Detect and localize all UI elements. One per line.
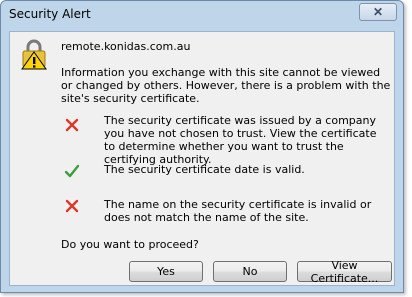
window-title: Security Alert [9,7,91,21]
site-address: remote.konidas.com.au [61,40,191,53]
security-alert-window: Security Alert ✕ remote.konidas.com.au I… [0,0,404,293]
status-text: The security certificate was issued by a… [104,114,377,166]
view-certificate-button[interactable]: View Certificate... [297,259,392,285]
dialog-content: remote.konidas.com.au Information you ex… [9,31,395,286]
red-x-icon [65,118,79,132]
title-bar: Security Alert ✕ [1,1,403,31]
status-text: The name on the security certificate is … [104,198,372,224]
close-button[interactable]: ✕ [359,3,397,21]
close-icon: ✕ [372,5,384,19]
green-check-icon [64,164,80,178]
red-x-icon [65,199,79,213]
status-text: The security certificate date is valid. [104,163,305,176]
proceed-question: Do you want to proceed? [61,238,199,251]
yes-button[interactable]: Yes [129,261,203,282]
info-text: Information you exchange with this site … [61,66,391,105]
padlock-warning-icon [21,39,47,70]
no-button[interactable]: No [213,261,287,282]
